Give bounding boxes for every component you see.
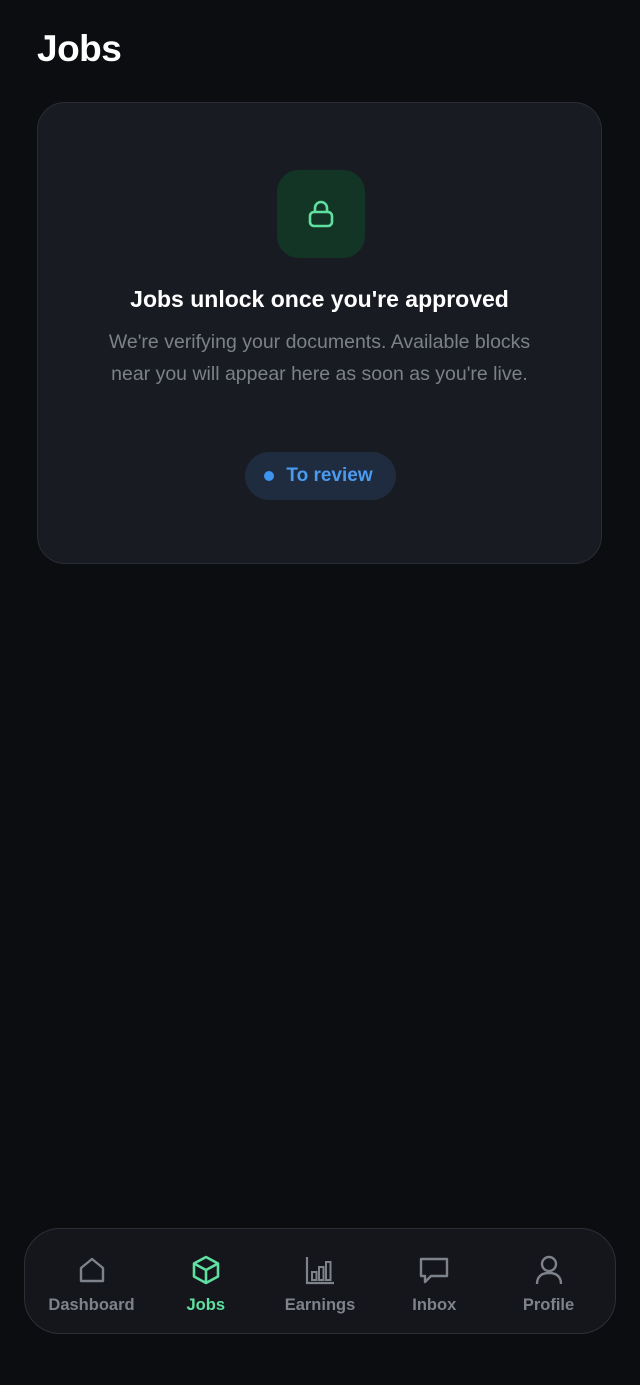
box-icon: [189, 1253, 223, 1287]
lock-icon-tile: [277, 170, 365, 258]
card-description: We're verifying your documents. Availabl…: [108, 331, 531, 385]
nav-label-dashboard: Dashboard: [48, 1296, 135, 1314]
nav-item-profile[interactable]: Profile: [492, 1229, 605, 1333]
lock-icon: [308, 200, 334, 228]
home-icon: [75, 1253, 109, 1287]
nav-item-dashboard[interactable]: Dashboard: [35, 1229, 148, 1333]
nav-label-profile: Profile: [522, 1296, 575, 1314]
chat-bubble-icon: [417, 1253, 451, 1287]
page-title: Jobs: [37, 28, 122, 69]
status-badge: To review: [245, 452, 396, 500]
nav-item-jobs[interactable]: Jobs: [149, 1229, 262, 1333]
nav-label-jobs: Jobs: [186, 1296, 225, 1314]
user-icon: [532, 1253, 566, 1287]
bottom-navigation: Dashboard Jobs Earnings Inbox Profile: [24, 1228, 616, 1334]
nav-item-earnings[interactable]: Earnings: [264, 1229, 377, 1333]
approval-status-card: Jobs unlock once you're approved We're v…: [37, 102, 602, 564]
card-heading: Jobs unlock once you're approved: [130, 286, 509, 312]
nav-label-inbox: Inbox: [412, 1296, 457, 1314]
status-dot-icon: [264, 471, 275, 481]
bar-chart-icon: [303, 1253, 337, 1287]
nav-item-inbox[interactable]: Inbox: [378, 1229, 491, 1333]
status-badge-label: To review: [286, 465, 373, 486]
nav-label-earnings: Earnings: [284, 1296, 356, 1314]
